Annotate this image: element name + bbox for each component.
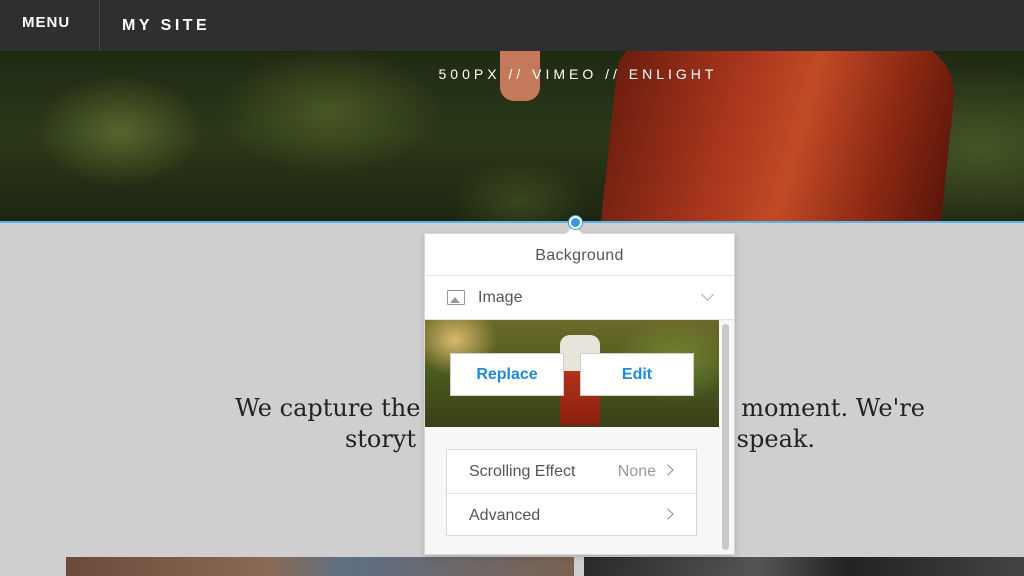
- background-type-dropdown[interactable]: Image: [425, 276, 734, 320]
- panel-scrollbar[interactable]: [722, 324, 729, 550]
- panel-title: Background: [425, 234, 734, 276]
- gallery-image-left[interactable]: [66, 557, 574, 576]
- replace-button[interactable]: Replace: [450, 353, 564, 396]
- edit-button[interactable]: Edit: [580, 353, 694, 396]
- scrolling-effect-row[interactable]: Scrolling Effect None: [447, 450, 696, 493]
- settings-list: Scrolling Effect None Advanced: [446, 449, 697, 536]
- background-settings-panel: Background Image Replace Edit Scrolling …: [424, 233, 735, 555]
- top-navigation-bar: MENU MY SITE: [0, 0, 1024, 51]
- social-links[interactable]: 500PX // VIMEO // ENLIGHT: [0, 66, 1024, 82]
- chevron-right-icon: [662, 464, 674, 476]
- advanced-label: Advanced: [469, 507, 541, 524]
- scrolling-effect-value: None: [617, 463, 656, 480]
- advanced-row[interactable]: Advanced: [447, 493, 696, 536]
- menu-button[interactable]: MENU: [0, 0, 100, 51]
- background-type-label: Image: [478, 289, 523, 306]
- background-image-preview: Replace Edit: [425, 320, 719, 427]
- section-anchor-handle[interactable]: [569, 216, 582, 229]
- hero-section[interactable]: 500PX // VIMEO // ENLIGHT: [0, 51, 1024, 222]
- section-selection-line: [0, 221, 1024, 223]
- chevron-right-icon: [662, 508, 674, 520]
- gallery-image-right[interactable]: [584, 557, 1024, 576]
- chevron-down-icon: [701, 288, 714, 301]
- image-icon: [447, 290, 465, 305]
- site-name[interactable]: MY SITE: [122, 17, 210, 35]
- scrolling-effect-label: Scrolling Effect: [469, 463, 576, 480]
